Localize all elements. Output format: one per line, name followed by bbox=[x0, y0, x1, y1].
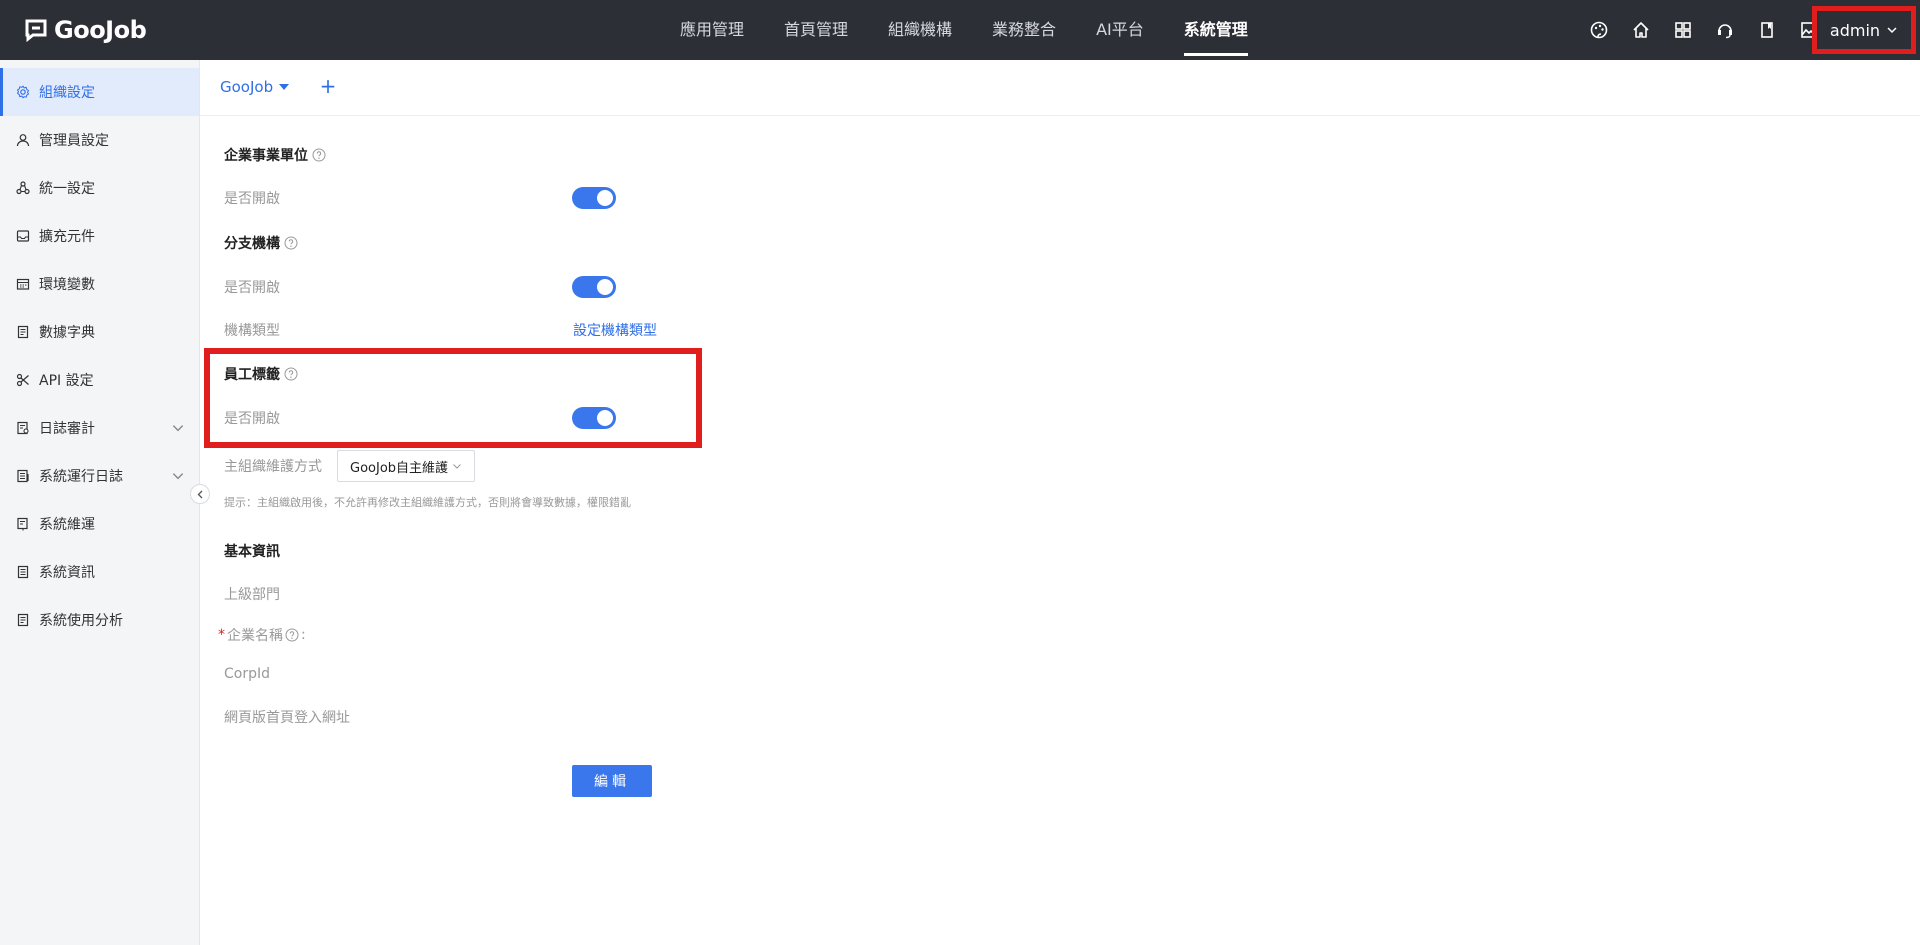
logo[interactable]: GooJob bbox=[24, 15, 147, 45]
chevron-down-icon bbox=[1887, 27, 1897, 34]
user-icon bbox=[16, 134, 30, 147]
branch-toggle[interactable] bbox=[572, 276, 616, 298]
tab-goojob[interactable]: GooJob bbox=[220, 78, 290, 96]
top-icons bbox=[1578, 0, 1830, 60]
gear-icon bbox=[16, 85, 30, 99]
sidebar-item-system-maintenance[interactable]: 系統維運 bbox=[0, 500, 199, 548]
sidebar-item-unified-settings[interactable]: 統一設定 bbox=[0, 164, 199, 212]
org-settings-form: 企業事業單位 是否開啟 分支機構 是否開啟 機構類型 設定機構類型 員工標籤 是… bbox=[200, 116, 1920, 945]
parent-dept-label: 上級部門 bbox=[224, 587, 280, 603]
chevron-down-icon bbox=[172, 473, 184, 480]
user-name: admin bbox=[1829, 20, 1881, 40]
top-bar: GooJob 應用管理 首頁管理 組織機構 業務整合 AI平台 系統管理 adm… bbox=[0, 0, 1920, 60]
corpid-label: CorpId bbox=[224, 666, 270, 682]
highlight-box bbox=[204, 348, 702, 448]
audit-icon bbox=[17, 421, 29, 435]
chevron-down-icon bbox=[172, 425, 184, 432]
maintenance-icon bbox=[17, 517, 28, 531]
sidebar-item-usage-analysis[interactable]: 系統使用分析 bbox=[0, 596, 199, 644]
branch-type-label: 機構類型 bbox=[224, 323, 280, 339]
edit-button[interactable]: 編輯 bbox=[572, 765, 652, 797]
inbox-icon bbox=[16, 230, 30, 242]
calendar-icon bbox=[16, 278, 30, 290]
sidebar-item-label: 環境變數 bbox=[39, 277, 95, 293]
help-icon[interactable] bbox=[285, 628, 299, 642]
sidebar-item-admin-settings[interactable]: 管理員設定 bbox=[0, 116, 199, 164]
info-doc-icon bbox=[17, 565, 29, 579]
employee-tags-title: 員工標籤 bbox=[224, 364, 298, 384]
topnav-business-integration[interactable]: 業務整合 bbox=[972, 0, 1076, 60]
logo-chat-icon bbox=[25, 19, 47, 42]
apps-grid-icon[interactable] bbox=[1662, 0, 1704, 60]
enterprise-unit-toggle[interactable] bbox=[572, 187, 616, 209]
add-tab-button[interactable]: + bbox=[318, 74, 338, 98]
document-icon bbox=[17, 325, 29, 339]
sidebar-item-label: 數據字典 bbox=[39, 325, 95, 341]
sidebar-item-env-variables[interactable]: 環境變數 bbox=[0, 260, 199, 308]
enterprise-unit-title: 企業事業單位 bbox=[224, 145, 326, 165]
sidebar-item-system-info[interactable]: 系統資訊 bbox=[0, 548, 199, 596]
sidebar-item-label: 系統使用分析 bbox=[39, 613, 123, 629]
web-login-url-label: 網頁版首頁登入網址 bbox=[224, 710, 350, 726]
employee-tags-enable-label: 是否開啟 bbox=[224, 411, 280, 427]
help-icon[interactable] bbox=[284, 367, 298, 381]
company-name-label-suffix: : bbox=[301, 627, 306, 643]
sidebar: 組織設定 管理員設定 統一設定 擴充元件 環境變數 數據字典 API 設定 日誌… bbox=[0, 60, 200, 945]
sidebar-item-label: 系統資訊 bbox=[39, 565, 95, 581]
tab-label: GooJob bbox=[220, 78, 274, 96]
support-headset-icon[interactable] bbox=[1704, 0, 1746, 60]
log-icon bbox=[17, 469, 29, 483]
required-mark: * bbox=[218, 627, 225, 643]
sidebar-item-label: 管理員設定 bbox=[39, 133, 109, 149]
sidebar-item-label: 組織設定 bbox=[39, 85, 95, 101]
help-icon[interactable] bbox=[284, 236, 298, 250]
section-title-text: 企業事業單位 bbox=[224, 148, 308, 164]
user-menu[interactable]: admin bbox=[1812, 6, 1916, 54]
sidebar-item-extensions[interactable]: 擴充元件 bbox=[0, 212, 199, 260]
sidebar-item-label: 系統維運 bbox=[39, 517, 95, 533]
topnav-organization[interactable]: 組織機構 bbox=[868, 0, 972, 60]
home-icon[interactable] bbox=[1620, 0, 1662, 60]
caret-down-icon bbox=[279, 84, 290, 90]
set-branch-type-link[interactable]: 設定機構類型 bbox=[573, 320, 657, 340]
scissors-icon bbox=[16, 373, 29, 387]
sidebar-item-data-dictionary[interactable]: 數據字典 bbox=[0, 308, 199, 356]
main-org-select-value: GooJob自主維護 bbox=[350, 460, 449, 476]
topnav-ai-platform[interactable]: AI平台 bbox=[1076, 0, 1164, 60]
basic-info-title: 基本資訊 bbox=[224, 541, 280, 561]
topnav-system-management[interactable]: 系統管理 bbox=[1164, 0, 1268, 60]
section-title-text: 基本資訊 bbox=[224, 544, 280, 560]
logo-text: GooJob bbox=[54, 16, 147, 44]
book-icon[interactable] bbox=[1746, 0, 1788, 60]
enterprise-unit-enable-label: 是否開啟 bbox=[224, 191, 280, 207]
sidebar-item-audit-log[interactable]: 日誌審計 bbox=[0, 404, 199, 452]
branch-title: 分支機構 bbox=[224, 233, 298, 253]
topnav-homepage-management[interactable]: 首頁管理 bbox=[764, 0, 868, 60]
sidebar-item-label: 系統運行日誌 bbox=[39, 469, 123, 485]
sidebar-item-org-settings[interactable]: 組織設定 bbox=[0, 68, 199, 116]
sidebar-item-system-run-log[interactable]: 系統運行日誌 bbox=[0, 452, 199, 500]
topnav-app-management[interactable]: 應用管理 bbox=[660, 0, 764, 60]
sidebar-item-label: API 設定 bbox=[39, 373, 94, 389]
main-org-select[interactable]: GooJob自主維護 bbox=[337, 450, 475, 482]
chevron-down-icon bbox=[453, 464, 461, 469]
nodes-icon bbox=[16, 181, 30, 195]
help-icon[interactable] bbox=[312, 148, 326, 162]
section-title-text: 員工標籤 bbox=[224, 367, 280, 383]
tab-bar: GooJob + bbox=[200, 60, 1920, 116]
sidebar-item-label: 日誌審計 bbox=[39, 421, 95, 437]
main-org-hint: 提示：主組織啟用後，不允許再修改主組織維護方式，否則將會導致數據，權限錯亂 bbox=[224, 496, 631, 509]
employee-tags-toggle[interactable] bbox=[572, 407, 616, 429]
section-title-text: 分支機構 bbox=[224, 236, 280, 252]
analysis-icon bbox=[17, 613, 29, 627]
company-name-label: * 企業名稱 : bbox=[218, 625, 306, 645]
palette-icon[interactable] bbox=[1578, 0, 1620, 60]
sidebar-item-label: 擴充元件 bbox=[39, 229, 95, 245]
company-name-label-text: 企業名稱 bbox=[227, 628, 283, 644]
sidebar-item-label: 統一設定 bbox=[39, 181, 95, 197]
sidebar-item-api-settings[interactable]: API 設定 bbox=[0, 356, 199, 404]
top-nav: 應用管理 首頁管理 組織機構 業務整合 AI平台 系統管理 bbox=[660, 0, 1268, 60]
main-org-label: 主組織維護方式 bbox=[224, 459, 322, 475]
branch-enable-label: 是否開啟 bbox=[224, 280, 280, 296]
